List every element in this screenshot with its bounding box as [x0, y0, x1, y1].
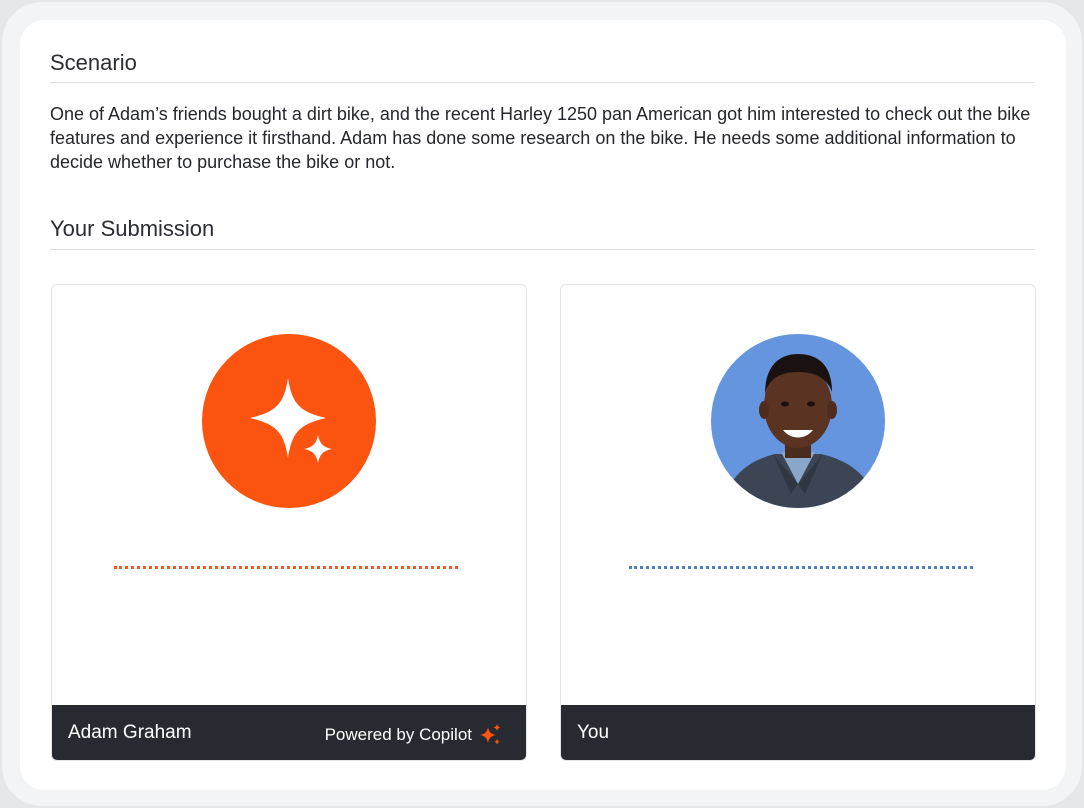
user-photo-avatar: [711, 334, 885, 508]
copilot-sparkle-icon: [250, 378, 332, 463]
copilot-avatar: [202, 334, 376, 508]
submission-divider: [50, 249, 1034, 250]
user-dotted-line: [629, 566, 973, 569]
person-photo: [721, 354, 877, 508]
powered-by-label: Powered by Copilot: [324, 725, 472, 744]
scenario-heading: Scenario: [50, 50, 137, 75]
user-card: You: [560, 284, 1036, 761]
content-panel: Scenario One of Adam’s friends bought a …: [20, 20, 1066, 790]
copilot-card: Adam Graham Powered by Copilot: [51, 284, 527, 761]
powered-by-copilot: Powered by Copilot: [325, 723, 502, 747]
scenario-divider: [50, 82, 1034, 83]
submission-heading: Your Submission: [50, 216, 215, 241]
user-card-footer: You: [561, 705, 1035, 760]
scenario-text: One of Adam’s friends bought a dirt bike…: [50, 104, 1031, 172]
copilot-small-sparkle-icon: [480, 724, 501, 745]
outer-frame: Scenario One of Adam’s friends bought a …: [2, 2, 1082, 806]
copilot-dotted-line: [114, 566, 458, 569]
copilot-card-name: Adam Graham: [68, 722, 192, 743]
copilot-card-footer: Adam Graham Powered by Copilot: [52, 705, 526, 760]
user-card-name: You: [577, 722, 610, 743]
